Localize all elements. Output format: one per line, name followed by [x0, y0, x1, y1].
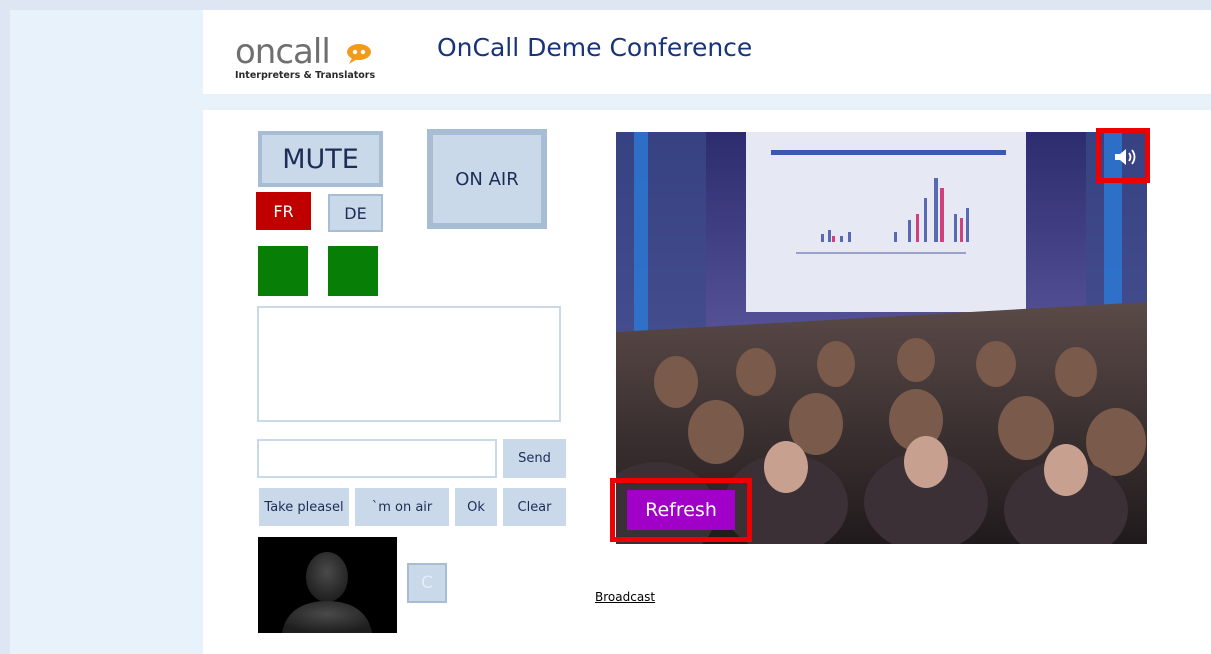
refresh-button[interactable]: Refresh — [627, 490, 735, 530]
quick-reply-take-please-button[interactable]: Take pleasel — [259, 488, 349, 526]
header-divider-strip — [203, 94, 1211, 110]
logo-speech-bubble-icon — [347, 44, 371, 64]
chat-message-area[interactable] — [257, 306, 561, 422]
logo-tagline: Interpreters & Translators — [235, 70, 376, 81]
on-air-button[interactable]: ON AIR — [427, 129, 547, 229]
oncall-logo: oncall Interpreters & Translators — [233, 28, 403, 88]
language-de-button[interactable]: DE — [328, 194, 383, 232]
mute-button[interactable]: MUTE — [258, 131, 383, 187]
page-title: OnCall Deme Conference — [437, 33, 753, 62]
logo-wordmark: oncall — [235, 32, 331, 72]
chat-input[interactable] — [257, 439, 497, 478]
user-silhouette-icon — [282, 552, 372, 633]
left-gutter — [10, 10, 203, 654]
speaker-icon[interactable] — [1113, 146, 1139, 168]
send-button[interactable]: Send — [503, 439, 566, 478]
language-fr-button[interactable]: FR — [256, 192, 311, 230]
clear-button[interactable]: Clear — [503, 488, 566, 526]
broadcast-link[interactable]: Broadcast — [595, 590, 655, 604]
status-indicator-1 — [258, 246, 308, 296]
quick-reply-ok-button[interactable]: Ok — [455, 488, 497, 526]
status-indicator-2 — [328, 246, 378, 296]
c-button[interactable]: C — [407, 563, 447, 603]
user-avatar — [258, 537, 397, 633]
quick-reply-on-air-button[interactable]: `m on air — [355, 488, 449, 526]
